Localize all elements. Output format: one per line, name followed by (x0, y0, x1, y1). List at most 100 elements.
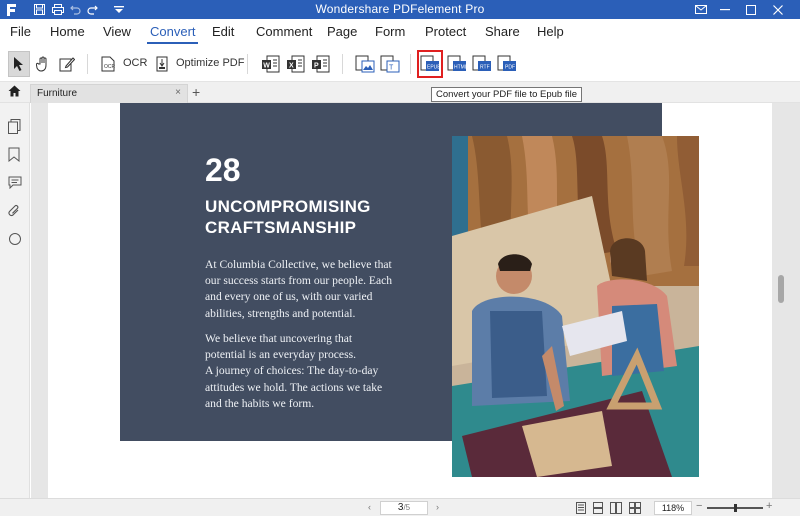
bookmark-icon[interactable] (8, 147, 23, 163)
menu-file[interactable]: File (10, 24, 31, 39)
maximize-button[interactable] (738, 0, 764, 19)
menu-home[interactable]: Home (50, 24, 85, 39)
convert-to-excel-icon: X (287, 55, 305, 73)
paragraph-line: attitudes we hold. The actions we take (205, 380, 383, 394)
active-menu-indicator (147, 42, 198, 44)
convert-to-word-icon: W (262, 55, 280, 73)
menu-protect[interactable]: Protect (425, 24, 466, 39)
search-panel-icon[interactable] (8, 232, 23, 247)
menu-convert[interactable]: Convert (150, 24, 196, 39)
convert-to-rtf-icon: RTF (472, 55, 491, 71)
svg-text:RTF: RTF (480, 65, 490, 71)
single-page-view-icon[interactable] (576, 502, 586, 516)
ocr-icon: OCR (101, 56, 115, 72)
body-paragraph-1: At Columbia Collective, we believe that … (205, 257, 420, 322)
zoom-slider-handle[interactable] (734, 504, 737, 512)
paragraph-line: and the habits we form. (205, 396, 315, 410)
toolbar-separator (87, 54, 88, 74)
paragraph-line: At Columbia Collective, we believe that (205, 258, 392, 271)
home-icon[interactable] (8, 85, 21, 100)
edit-tool-button[interactable] (57, 51, 77, 77)
ocr-label[interactable]: OCR (123, 57, 147, 69)
attachment-icon[interactable] (8, 204, 23, 219)
to-rtf-button[interactable]: RTF (471, 51, 493, 77)
svg-text:HTML: HTML (454, 65, 467, 71)
title-bar: Wondershare PDFelement Pro (0, 0, 800, 19)
menu-bar: File Home View Convert Edit Comment Page… (0, 19, 800, 45)
to-image-button[interactable] (354, 51, 376, 77)
tab-label: Furniture (37, 88, 78, 99)
photo-image (452, 136, 699, 477)
menu-page[interactable]: Page (327, 24, 357, 39)
close-button[interactable] (765, 0, 791, 19)
to-excel-button[interactable]: X (285, 51, 307, 77)
menu-edit[interactable]: Edit (212, 24, 234, 39)
tooltip: Convert your PDF file to Epub file (431, 87, 582, 102)
svg-text:W: W (263, 63, 270, 70)
ribbon-toolbar: OCR OCR Optimize PDF W X P T EPUB HTML R… (0, 45, 800, 82)
convert-to-image-icon (355, 55, 375, 73)
svg-text:EPUB: EPUB (427, 65, 440, 71)
select-tool-button[interactable] (8, 51, 30, 77)
convert-to-text-icon: T (380, 55, 400, 73)
svg-text:X: X (289, 63, 294, 70)
to-pdfa-button[interactable]: PDF (496, 51, 518, 77)
new-tab-button[interactable]: + (192, 84, 200, 100)
to-epub-button[interactable]: EPUB (417, 50, 443, 78)
to-powerpoint-button[interactable]: P (310, 51, 332, 77)
paragraph-line: A journey of choices: The day-to-day (205, 364, 379, 378)
svg-text:OCR: OCR (104, 64, 115, 70)
convert-to-ppt-icon: P (312, 55, 330, 73)
optimize-pdf-label[interactable]: Optimize PDF (176, 57, 244, 69)
paragraph-line: abilities, strengths and potential. (205, 306, 356, 320)
next-page-button[interactable]: › (436, 502, 439, 512)
to-html-button[interactable]: HTML (446, 51, 468, 77)
two-page-view-icon[interactable] (610, 502, 622, 516)
headline-line: CRAFTSMANSHIP (205, 218, 357, 237)
to-word-button[interactable]: W (260, 51, 282, 77)
mail-icon[interactable] (688, 0, 714, 19)
to-text-button[interactable]: T (379, 51, 401, 77)
tab-furniture[interactable]: Furniture × (30, 84, 188, 103)
left-sidebar: ‹ (0, 103, 36, 498)
toolbar-separator (342, 54, 343, 74)
paragraph-line: and every one of us, with our varied (205, 290, 373, 304)
comment-icon[interactable] (8, 176, 23, 191)
section-headline: UNCOMPROMISING CRAFTSMANSHIP (205, 196, 405, 238)
menu-help[interactable]: Help (537, 24, 564, 39)
svg-text:PDF: PDF (505, 65, 515, 71)
two-page-continuous-icon[interactable] (629, 502, 641, 516)
thumbnails-icon[interactable] (8, 119, 23, 134)
convert-to-pdfa-icon: PDF (497, 55, 516, 71)
menu-form[interactable]: Form (375, 24, 405, 39)
tab-close-icon[interactable]: × (175, 87, 181, 98)
vertical-scrollbar-thumb[interactable] (778, 275, 784, 303)
optimize-pdf-button[interactable] (153, 51, 171, 77)
menu-share[interactable]: Share (485, 24, 520, 39)
toolbar-separator (247, 54, 248, 74)
window-title: Wondershare PDFelement Pro (315, 2, 485, 16)
prev-page-button[interactable]: ‹ (368, 502, 371, 512)
hand-icon (36, 56, 47, 72)
convert-to-epub-icon: EPUB (420, 55, 440, 71)
paragraph-line: our success starts from our people. Each (205, 274, 393, 288)
total-pages: /5 (403, 503, 411, 512)
menu-comment[interactable]: Comment (256, 24, 312, 39)
edit-text-icon (59, 57, 75, 72)
optimize-icon (156, 56, 168, 72)
menu-view[interactable]: View (103, 24, 131, 39)
minimize-button[interactable] (712, 0, 738, 19)
document-tab-bar: Furniture × + (0, 82, 800, 103)
page-number-field[interactable]: 3/5 (380, 501, 428, 515)
continuous-view-icon[interactable] (593, 502, 603, 516)
hand-tool-button[interactable] (33, 51, 53, 77)
headline-line: UNCOMPROMISING (205, 197, 371, 216)
zoom-out-button[interactable]: − (696, 500, 702, 512)
body-paragraph-2: We believe that uncovering that potentia… (205, 331, 420, 412)
svg-text:P: P (314, 63, 319, 70)
status-bar: ‹ 3/5 › 118% − + (0, 498, 800, 516)
ocr-button[interactable]: OCR (99, 51, 117, 77)
paragraph-line: potential is an everyday process. (205, 348, 356, 362)
zoom-level-field[interactable]: 118% (654, 501, 692, 515)
zoom-in-button[interactable]: + (766, 500, 772, 512)
